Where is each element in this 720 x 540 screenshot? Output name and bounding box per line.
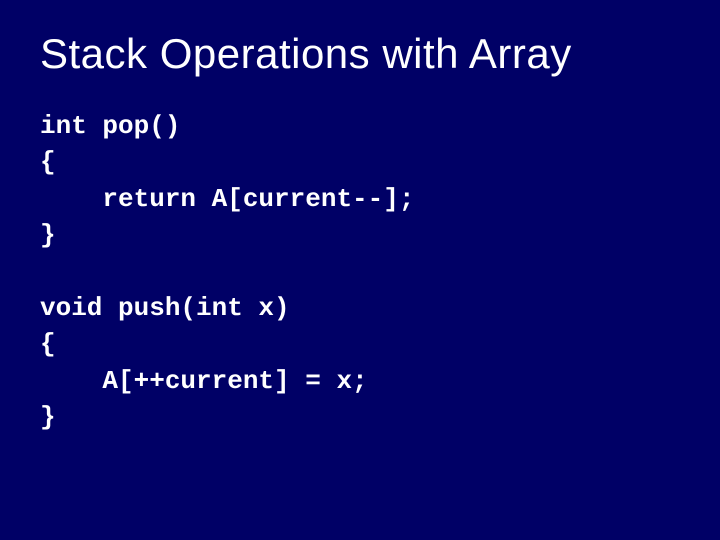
slide-title: Stack Operations with Array — [40, 30, 680, 78]
code-line: } — [40, 402, 56, 432]
code-line: return A[current--]; — [40, 184, 414, 214]
code-line: { — [40, 329, 56, 359]
code-line: A[++current] = x; — [40, 366, 368, 396]
code-line: void push(int x) — [40, 293, 290, 323]
code-line: { — [40, 147, 56, 177]
code-line: int pop() — [40, 111, 180, 141]
code-line: } — [40, 220, 56, 250]
slide: Stack Operations with Array int pop() { … — [0, 0, 720, 540]
code-block: int pop() { return A[current--]; } void … — [40, 108, 680, 436]
